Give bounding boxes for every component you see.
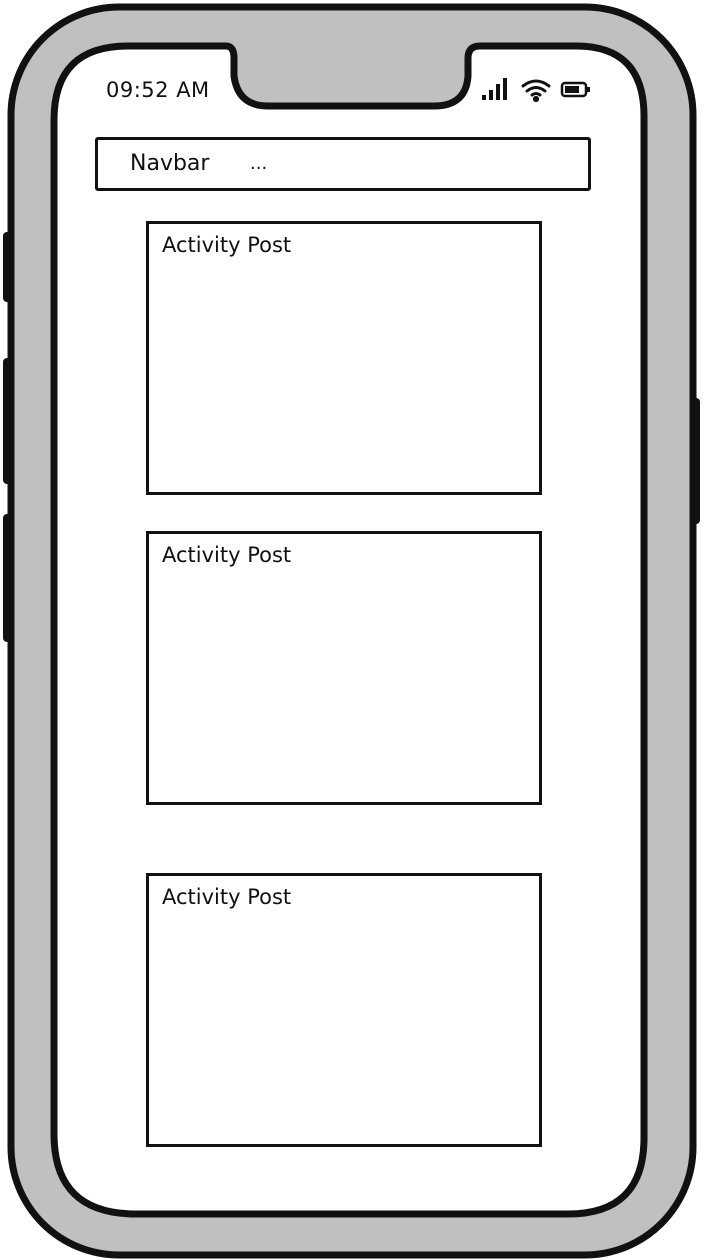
activity-post-card[interactable]: Activity Post	[146, 531, 542, 805]
battery-icon	[560, 81, 590, 98]
activity-post-card[interactable]: Activity Post	[146, 873, 542, 1147]
activity-post-card[interactable]: Activity Post	[146, 221, 542, 495]
wifi-icon	[521, 79, 551, 103]
phone-frame: 09:52 AM Navbar ... Activity Post Activi…	[0, 0, 706, 1260]
navbar-more-button[interactable]: ...	[250, 153, 267, 174]
signal-icon	[482, 78, 507, 100]
activity-post-title: Activity Post	[162, 543, 292, 567]
activity-post-title: Activity Post	[162, 885, 292, 909]
navbar[interactable]: Navbar ...	[95, 137, 591, 191]
navbar-title: Navbar	[130, 151, 210, 176]
status-icons	[478, 74, 594, 104]
status-time: 09:52 AM	[106, 78, 210, 102]
activity-post-title: Activity Post	[162, 233, 292, 257]
